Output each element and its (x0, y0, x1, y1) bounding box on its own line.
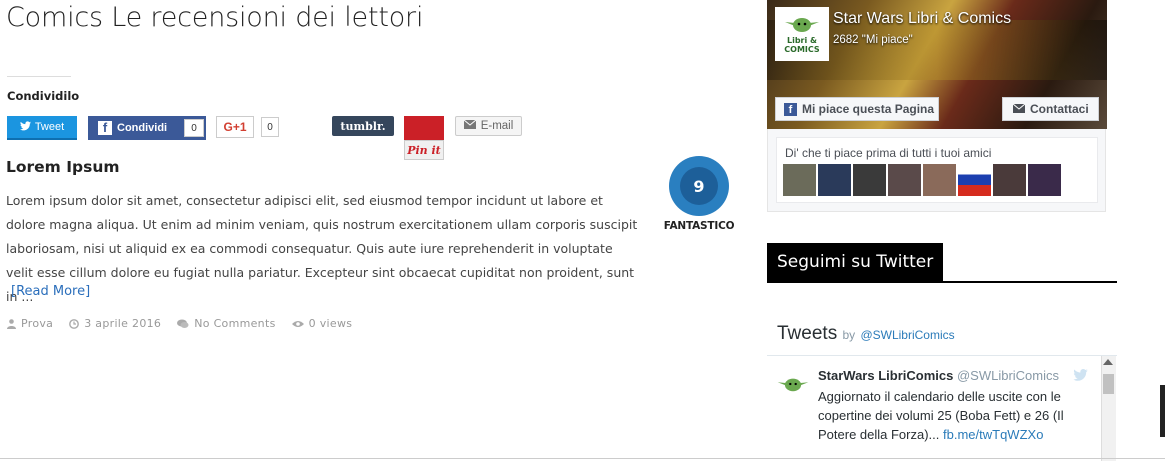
friend-avatar[interactable] (818, 164, 851, 196)
meta-views: 0 views (291, 317, 353, 330)
tweet-author[interactable]: StarWars LibriComics @SWLibriComics (818, 368, 1059, 383)
envelope-icon (1012, 102, 1026, 116)
post-title[interactable]: Lorem Ipsum (6, 158, 120, 176)
facebook-logo-text: Libri & COMICS (784, 36, 820, 54)
facebook-like-count: 2682 "Mi piace" (833, 34, 913, 46)
page-title: Comics Le recensioni dei lettori (6, 2, 424, 33)
email-share-button[interactable]: E-mail (455, 116, 522, 136)
pinterest-image (404, 116, 444, 140)
twitter-bird-icon (19, 120, 31, 134)
facebook-f-icon: f (784, 102, 797, 116)
friend-avatar[interactable] (853, 164, 886, 196)
facebook-f-icon: f (98, 120, 112, 135)
twitter-section-underline (767, 281, 1117, 283)
review-score-badge: 9 (669, 156, 729, 216)
meta-author[interactable]: Prova (7, 317, 53, 330)
tweet-avatar[interactable] (777, 373, 809, 395)
tweet-author-name: StarWars LibriComics (818, 368, 954, 383)
user-icon (7, 318, 16, 329)
friend-avatar[interactable] (1028, 164, 1061, 196)
facebook-share-count: 0 (184, 119, 204, 137)
facebook-page-logo[interactable]: Libri & COMICS (775, 7, 829, 61)
scroll-up-icon[interactable] (1103, 359, 1113, 365)
google-plus-button[interactable]: G+1 (216, 116, 254, 138)
pinterest-label: Pin it (404, 140, 444, 160)
friend-avatar[interactable] (888, 164, 921, 196)
facebook-share-button[interactable]: f Condividi 0 (88, 116, 206, 140)
meta-date: 3 aprile 2016 (69, 317, 161, 330)
friend-avatar[interactable] (923, 164, 956, 196)
facebook-like-page-button[interactable]: f Mi piace questa Pagina (775, 97, 939, 121)
tweet-button[interactable]: Tweet (7, 116, 77, 140)
tweet-link[interactable]: fb.me/twTqWZXo (943, 427, 1043, 442)
tweets-title: Tweets (777, 323, 838, 344)
tweet-text: Aggiornato il calendario delle uscite co… (818, 387, 1098, 444)
clock-icon (69, 318, 80, 329)
yoda-avatar-icon (777, 378, 809, 392)
google-plus-count: 0 (261, 117, 279, 137)
friend-avatar[interactable] (958, 164, 991, 196)
tweets-by: by (842, 328, 856, 342)
post-date: 3 aprile 2016 (84, 317, 162, 330)
eye-icon (291, 320, 304, 327)
review-score-label: FANTASTICO (663, 220, 735, 232)
page-scrollbar-edge[interactable] (1160, 385, 1165, 437)
friend-avatar[interactable] (993, 164, 1026, 196)
post-meta: Prova 3 aprile 2016 No Comments 0 views (7, 317, 352, 330)
friend-avatar[interactable] (783, 164, 816, 196)
pinterest-button[interactable]: Pin it (404, 116, 444, 160)
author-name: Prova (21, 317, 54, 330)
facebook-like-label: Mi piace questa Pagina (802, 102, 935, 116)
tumblr-button[interactable]: tumblr. (332, 116, 394, 136)
divider (767, 355, 1117, 356)
tweet-author-handle: @SWLibriComics (956, 368, 1060, 383)
facebook-friends-avatars (783, 164, 1061, 196)
comments-count: No Comments (194, 317, 276, 330)
share-label: Condividilo (7, 89, 80, 103)
email-label: E-mail (480, 120, 514, 132)
twitter-timeline-header: Tweets by @SWLibriComics (777, 323, 955, 345)
twitter-handle-link[interactable]: @SWLibriComics (860, 328, 954, 342)
divider (0, 458, 1165, 459)
facebook-contact-button[interactable]: Contattaci (1002, 97, 1099, 121)
facebook-page-name[interactable]: Star Wars Libri & Comics (833, 10, 1011, 28)
views-count: 0 views (308, 317, 353, 330)
yoda-avatar-icon (785, 18, 819, 32)
comments-icon (177, 319, 189, 328)
twitter-bird-icon[interactable] (1073, 369, 1088, 385)
review-score: 9 (680, 167, 718, 205)
post-excerpt: Lorem ipsum dolor sit amet, consectetur … (6, 193, 638, 304)
scrollbar-thumb[interactable] (1103, 374, 1114, 394)
twitter-scrollbar[interactable] (1101, 356, 1116, 461)
facebook-contact-label: Contattaci (1030, 102, 1089, 116)
read-more-link[interactable]: [Read More] (11, 284, 90, 299)
facebook-friends-text: Di' che ti piace prima di tutti i tuoi a… (785, 146, 992, 160)
meta-comments[interactable]: No Comments (177, 317, 275, 330)
envelope-icon (463, 119, 477, 132)
divider (7, 76, 71, 77)
facebook-share-label: Condividi (117, 122, 168, 134)
twitter-section-title: Seguimi su Twitter (767, 243, 944, 281)
tweet-label: Tweet (34, 121, 65, 133)
